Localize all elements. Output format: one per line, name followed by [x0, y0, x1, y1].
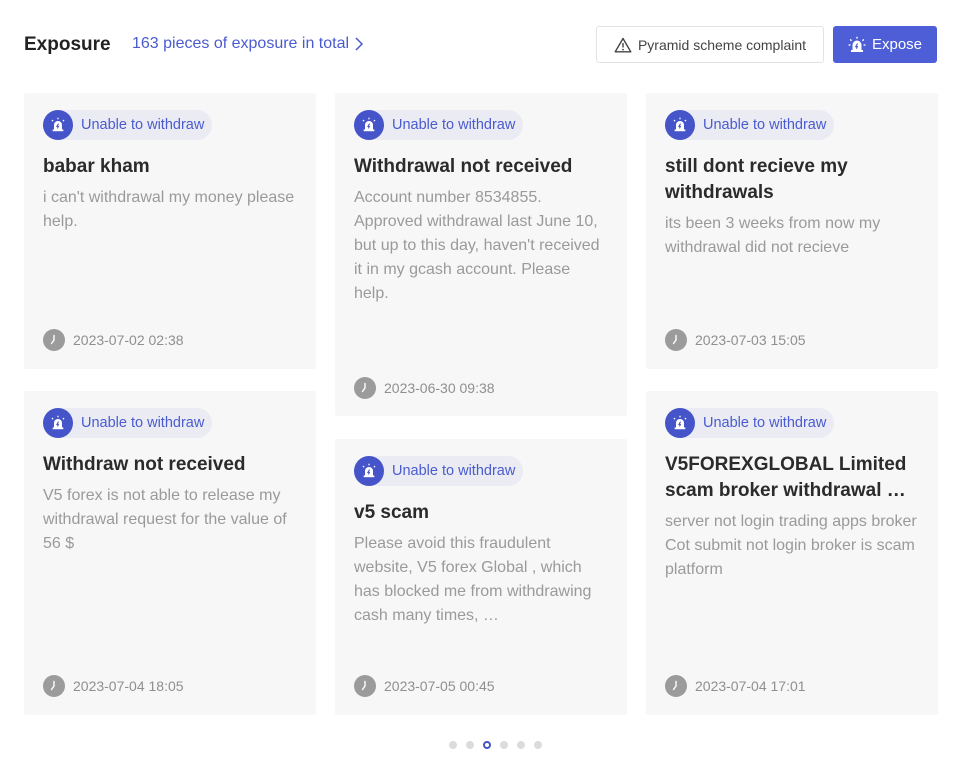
card-date: 2023-07-05 00:45: [354, 675, 495, 697]
page-dot-2[interactable]: [466, 741, 474, 749]
warning-icon: [614, 37, 632, 52]
category-badge: Unable to withdraw: [354, 110, 524, 140]
badge-label: Unable to withdraw: [392, 463, 516, 479]
date-text: 2023-07-05 00:45: [384, 678, 495, 694]
alarm-icon: [354, 456, 384, 486]
category-badge: Unable to withdraw: [354, 456, 524, 486]
exposure-card[interactable]: Unable to withdraw still dont recieve my…: [646, 93, 938, 369]
expose-button[interactable]: Expose: [833, 26, 937, 63]
category-badge: Unable to withdraw: [43, 110, 213, 140]
badge-label: Unable to withdraw: [703, 415, 827, 431]
exposure-card[interactable]: Unable to withdraw Withdraw not received…: [24, 391, 316, 715]
card-date: 2023-06-30 09:38: [354, 377, 495, 399]
category-badge: Unable to withdraw: [43, 408, 213, 438]
chevron-right-icon: [355, 37, 364, 51]
date-text: 2023-07-02 02:38: [73, 332, 184, 348]
badge-label: Unable to withdraw: [81, 415, 205, 431]
clock-icon: [43, 675, 65, 697]
card-text: server not login trading apps broker Cot…: [665, 513, 917, 578]
clock-icon: [665, 329, 687, 351]
card-text: its been 3 weeks from now my withdrawal …: [665, 215, 881, 256]
badge-label: Unable to withdraw: [392, 117, 516, 133]
expose-button-label: Expose: [871, 36, 923, 53]
card-title: v5 scam: [354, 502, 430, 523]
card-date: 2023-07-03 15:05: [665, 329, 806, 351]
exposure-section: Exposure 163 pieces of exposure in total…: [0, 0, 957, 781]
date-text: 2023-06-30 09:38: [384, 380, 495, 396]
card-text: i can't withdrawal my money please help.: [43, 189, 295, 230]
exposure-card[interactable]: Unable to withdraw Withdrawal not receiv…: [335, 93, 627, 416]
card-title: still dont recieve my withdrawals: [665, 156, 848, 203]
exposure-card[interactable]: Unable to withdraw V5FOREXGLOBAL Limited…: [646, 391, 938, 715]
card-text: Please avoid this fraudulent website, V5…: [354, 535, 592, 624]
alarm-icon: [43, 110, 73, 140]
page-dot-4[interactable]: [500, 741, 508, 749]
alarm-icon: [43, 408, 73, 438]
total-exposure-label: 163 pieces of exposure in total: [132, 35, 350, 52]
exposure-card[interactable]: Unable to withdraw v5 scam Please avoid …: [335, 439, 627, 715]
page-dot-5[interactable]: [517, 741, 525, 749]
alarm-icon: [848, 36, 866, 52]
pyramid-complaint-button[interactable]: Pyramid scheme complaint: [596, 26, 824, 63]
page-dot-3[interactable]: [483, 741, 491, 749]
category-badge: Unable to withdraw: [665, 408, 835, 438]
exposure-card[interactable]: Unable to withdraw babar kham i can't wi…: [24, 93, 316, 369]
alarm-icon: [665, 110, 695, 140]
card-text: V5 forex is not able to release my withd…: [43, 487, 287, 552]
date-text: 2023-07-03 15:05: [695, 332, 806, 348]
card-date: 2023-07-02 02:38: [43, 329, 184, 351]
category-badge: Unable to withdraw: [665, 110, 835, 140]
card-text: Account number 8534855. Approved withdra…: [354, 189, 600, 302]
card-title: babar kham: [43, 156, 150, 177]
pagination-dots: [449, 741, 542, 749]
alarm-icon: [354, 110, 384, 140]
card-title: Withdrawal not received: [354, 156, 573, 177]
clock-icon: [43, 329, 65, 351]
badge-label: Unable to withdraw: [81, 117, 205, 133]
section-title: Exposure: [24, 34, 111, 55]
page-dot-1[interactable]: [449, 741, 457, 749]
alarm-icon: [665, 408, 695, 438]
exposure-header: Exposure 163 pieces of exposure in total…: [24, 26, 937, 63]
total-exposure-link[interactable]: 163 pieces of exposure in total: [132, 35, 365, 53]
card-title: V5FOREXGLOBAL Limited scam broker withdr…: [665, 454, 907, 501]
date-text: 2023-07-04 17:01: [695, 678, 806, 694]
card-title: Withdraw not received: [43, 454, 246, 475]
date-text: 2023-07-04 18:05: [73, 678, 184, 694]
complaint-button-label: Pyramid scheme complaint: [637, 36, 807, 53]
card-date: 2023-07-04 17:01: [665, 675, 806, 697]
card-date: 2023-07-04 18:05: [43, 675, 184, 697]
page-dot-6[interactable]: [534, 741, 542, 749]
clock-icon: [665, 675, 687, 697]
clock-icon: [354, 675, 376, 697]
badge-label: Unable to withdraw: [703, 117, 827, 133]
clock-icon: [354, 377, 376, 399]
